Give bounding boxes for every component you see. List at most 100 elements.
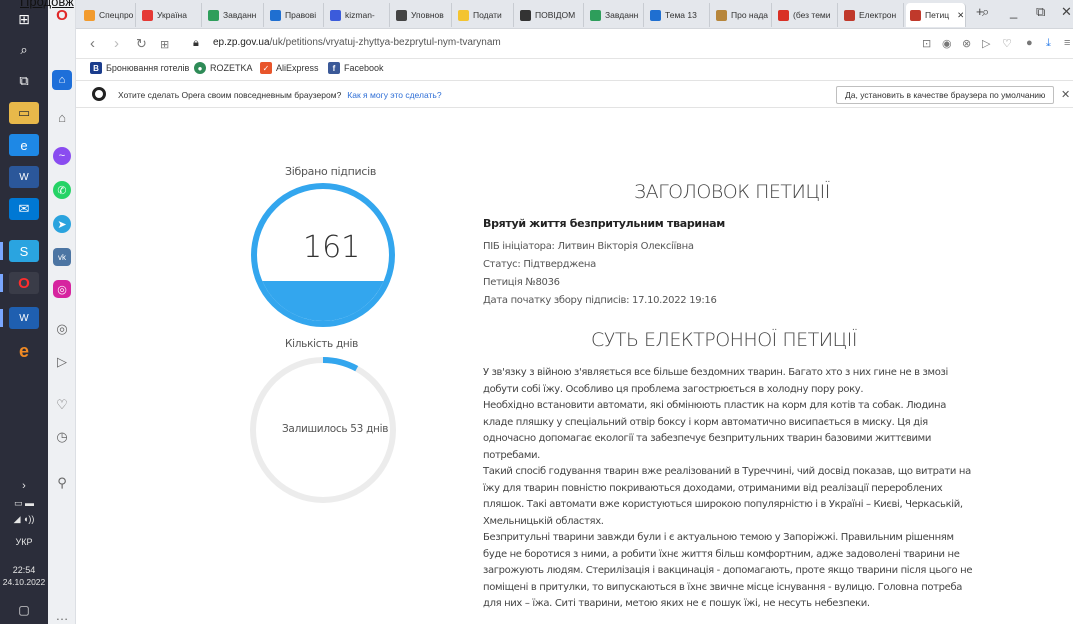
- edge-icon[interactable]: e: [9, 134, 39, 156]
- location-icon[interactable]: ⚲: [53, 474, 71, 492]
- easy-setup-icon[interactable]: ≡: [1064, 37, 1070, 49]
- close-notification-icon[interactable]: ✕: [1061, 88, 1070, 101]
- browser-tab[interactable]: Завданн: [586, 3, 644, 27]
- camera-icon[interactable]: ◉: [942, 37, 952, 50]
- signatures-fill: [257, 281, 389, 321]
- vk-icon[interactable]: vk: [53, 248, 71, 266]
- corner-text-fragment: Продовж: [20, 0, 74, 9]
- minimize-icon[interactable]: _: [1010, 4, 1017, 19]
- browser-tab[interactable]: Про нада: [712, 3, 772, 27]
- body-paragraph: Необхідно встановити автомати, які обмін…: [483, 400, 947, 461]
- tab-label: Правові: [285, 10, 317, 20]
- bookmark-item[interactable]: B Бронювання готелів: [90, 62, 189, 74]
- send-icon[interactable]: ▷: [53, 353, 71, 371]
- close-window-icon[interactable]: ✕: [1061, 4, 1072, 20]
- history-icon[interactable]: ◷: [53, 428, 71, 446]
- default-browser-notification: Хотите сделать Opera своим повседневным …: [76, 80, 1073, 108]
- clock-date[interactable]: 24.10.2022: [0, 577, 48, 587]
- bookmark-icon: ✓: [260, 62, 272, 74]
- petition-initiator: ПІБ ініціатора: Литвин Вікторія Олексіїв…: [483, 241, 694, 252]
- windows-taskbar: ⊞ ⌕ ⧉ ▭ e W ✉ S O W e › ▭ ▬ ◢ ◖)) УКР 22…: [0, 0, 48, 624]
- browser-tab[interactable]: Тема 13: [646, 3, 710, 27]
- close-tab-icon[interactable]: ✕: [957, 10, 964, 21]
- tab-favicon-icon: [270, 9, 281, 21]
- clock-time[interactable]: 22:54: [0, 565, 48, 575]
- ie-icon[interactable]: e: [9, 340, 39, 362]
- search-tabs-icon[interactable]: ⌕: [982, 4, 989, 20]
- more-icon[interactable]: …: [53, 606, 71, 624]
- notification-text: Хотите сделать Opera своим повседневным …: [118, 90, 342, 100]
- skype-icon[interactable]: S: [0, 240, 39, 262]
- language-indicator[interactable]: УКР: [0, 537, 48, 547]
- telegram-icon[interactable]: ➤: [53, 215, 71, 233]
- petition-body: У зв'язку з війною з'являється все більш…: [483, 365, 977, 613]
- browser-tab[interactable]: Електрон: [840, 3, 904, 27]
- bookmark-item[interactable]: ● ROZETKA: [194, 62, 253, 74]
- tray-network-icon[interactable]: ◢ ◖)): [0, 514, 48, 525]
- windows-start-icon[interactable]: ⊞: [9, 8, 39, 30]
- tray-battery-icon[interactable]: ▭ ▬: [0, 498, 48, 509]
- tab-label: Подати: [473, 10, 502, 20]
- browser-tab[interactable]: Подати: [454, 3, 514, 27]
- browser-tab[interactable]: Україна: [138, 3, 202, 27]
- url-host: ep.zp.gov.ua: [213, 37, 270, 48]
- tab-label: Україна: [157, 10, 187, 20]
- restore-icon[interactable]: ⧉: [1036, 4, 1045, 20]
- lock-icon[interactable]: 🔒︎: [193, 37, 199, 50]
- bookmark-icon: ●: [194, 62, 206, 74]
- word-icon[interactable]: W: [9, 166, 39, 188]
- heart-icon[interactable]: ♡: [1002, 37, 1012, 50]
- bookmark-item[interactable]: f Facebook: [328, 62, 384, 74]
- player-toolbar-icon[interactable]: ▷: [982, 37, 990, 50]
- snapshot-icon[interactable]: ⊡: [922, 37, 931, 50]
- player-icon[interactable]: ◎: [53, 320, 71, 338]
- browser-tab[interactable]: kizman-: [326, 3, 390, 27]
- mail-icon[interactable]: ✉: [9, 198, 39, 220]
- notification-link[interactable]: Как я могу это сделать?: [347, 90, 441, 100]
- tab-label: Тема 13: [665, 10, 697, 20]
- task-view-icon[interactable]: ⧉: [9, 70, 39, 92]
- tab-label: Спецпро: [99, 10, 134, 20]
- body-paragraph: У зв'язку з війною з'являється все більш…: [483, 367, 948, 395]
- download-icon[interactable]: ⤓: [1046, 37, 1051, 50]
- favorites-icon[interactable]: ♡: [53, 396, 71, 414]
- home-speed-dial-icon[interactable]: ⌂: [52, 70, 72, 90]
- signatures-count: 161: [303, 230, 361, 265]
- opera-icon[interactable]: O: [0, 272, 39, 294]
- url-field[interactable]: ep.zp.gov.ua/uk/petitions/vryatuj-zhytty…: [213, 37, 501, 48]
- set-default-button[interactable]: Да, установить в качестве браузера по ум…: [836, 86, 1055, 104]
- bookmark-icon: B: [90, 62, 102, 74]
- browser-tab[interactable]: Правові: [266, 3, 324, 27]
- browser-tab[interactable]: ПОВІДОМ: [516, 3, 584, 27]
- messenger-icon[interactable]: ~: [53, 147, 71, 165]
- home-icon[interactable]: ⌂: [53, 108, 71, 126]
- whatsapp-icon[interactable]: ✆: [53, 181, 71, 199]
- tray-expand-icon[interactable]: ›: [0, 480, 48, 492]
- tab-label: Про нада: [731, 10, 769, 20]
- tab-favicon-icon: [590, 9, 601, 21]
- tab-label: Петиц: [925, 10, 950, 20]
- adblock-icon[interactable]: ⊗: [962, 37, 971, 50]
- profile-icon[interactable]: ●: [1026, 37, 1033, 49]
- browser-tab[interactable]: (без теми: [774, 3, 838, 27]
- browser-tab[interactable]: Петиц ✕: [906, 3, 966, 27]
- reload-icon[interactable]: ↻: [136, 36, 147, 52]
- speed-dial-icon[interactable]: ⊞: [160, 38, 169, 51]
- bookmark-item[interactable]: ✓ AliExpress: [260, 62, 319, 74]
- tab-favicon-icon: [844, 9, 855, 21]
- bookmark-label: AliExpress: [276, 63, 319, 73]
- browser-tab[interactable]: Уповнов: [392, 3, 452, 27]
- browser-tab[interactable]: Спецпро: [80, 3, 136, 27]
- word-doc-icon[interactable]: W: [0, 307, 39, 329]
- forward-icon[interactable]: ›: [114, 35, 119, 52]
- file-explorer-icon[interactable]: ▭: [9, 102, 39, 124]
- search-icon[interactable]: ⌕: [9, 39, 39, 61]
- notification-message: Хотите сделать Opera своим повседневным …: [118, 90, 442, 100]
- bookmark-icon: f: [328, 62, 340, 74]
- instagram-icon[interactable]: ◎: [53, 280, 71, 298]
- tab-favicon-icon: [458, 9, 469, 21]
- back-icon[interactable]: ‹: [90, 35, 95, 52]
- tab-favicon-icon: [396, 9, 407, 21]
- browser-tab[interactable]: Завданн: [204, 3, 264, 27]
- notifications-icon[interactable]: ▢: [0, 603, 48, 617]
